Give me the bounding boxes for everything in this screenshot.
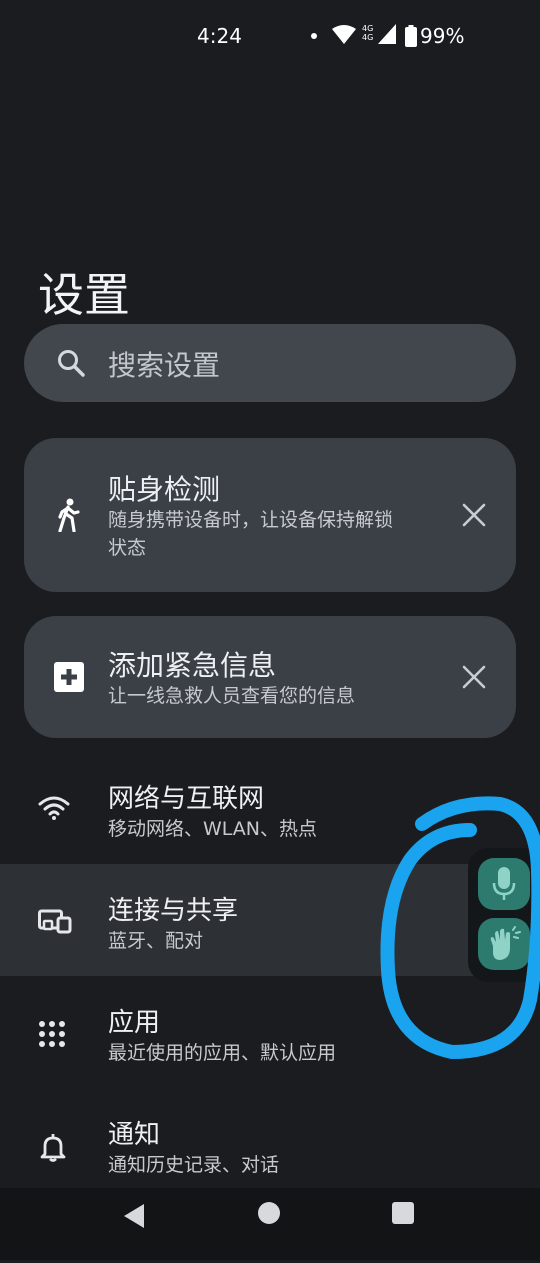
search-placeholder: 搜索设置 [108,349,221,382]
medical-cross-icon [54,662,84,692]
item-title: 应用 [108,1008,161,1038]
item-subtitle: 最近使用的应用、默认应用 [108,1042,337,1064]
item-subtitle: 移动网络、WLAN、热点 [108,818,318,840]
connected-devices-icon [38,909,72,934]
card-title: 贴身检测 [108,473,221,506]
cell-signal-icon [378,24,396,44]
card-subtitle: 随身携带设备时，让设备保持解锁状态 [108,509,394,559]
battery-percentage: 99% [420,24,465,48]
item-title: 通知 [108,1120,161,1150]
back-icon[interactable] [120,1202,148,1230]
card-subtitle: 让一线急救人员查看您的信息 [108,685,356,707]
item-subtitle: 蓝牙、配对 [108,930,204,952]
on-body-detection-card[interactable]: 贴身检测 随身携带设备时，让设备保持解锁状态 [24,438,516,592]
network-type-top: 4G [362,24,374,33]
search-bar[interactable]: 搜索设置 [24,324,516,402]
apps-grid-icon [39,1021,65,1047]
network-type-bottom: 4G [362,33,374,42]
bell-icon [40,1134,66,1162]
annotation-circle [380,796,540,1060]
walking-person-icon [58,498,80,532]
notification-dot-icon [311,33,317,39]
close-icon[interactable] [462,665,486,689]
search-icon [58,350,85,377]
page-title: 设置 [38,267,130,322]
navigation-bar [0,1188,540,1260]
status-bar: 4:24 4G 4G 99% [0,0,540,72]
item-subtitle: 通知历史记录、对话 [108,1154,280,1176]
settings-item-notifications[interactable]: 通知 通知历史记录、对话 [0,1088,540,1200]
recents-icon[interactable] [392,1202,414,1224]
network-type: 4G 4G [362,24,373,42]
item-title: 连接与共享 [108,896,239,926]
home-icon[interactable] [258,1202,280,1224]
status-time: 4:24 [197,24,242,48]
wifi-icon [38,796,70,820]
card-title: 添加紧急信息 [108,649,277,682]
battery-status-icon [405,25,417,47]
wifi-status-icon [332,25,356,44]
close-icon[interactable] [462,503,486,527]
item-title: 网络与互联网 [108,784,265,814]
emergency-info-card[interactable]: 添加紧急信息 让一线急救人员查看您的信息 [24,616,516,738]
